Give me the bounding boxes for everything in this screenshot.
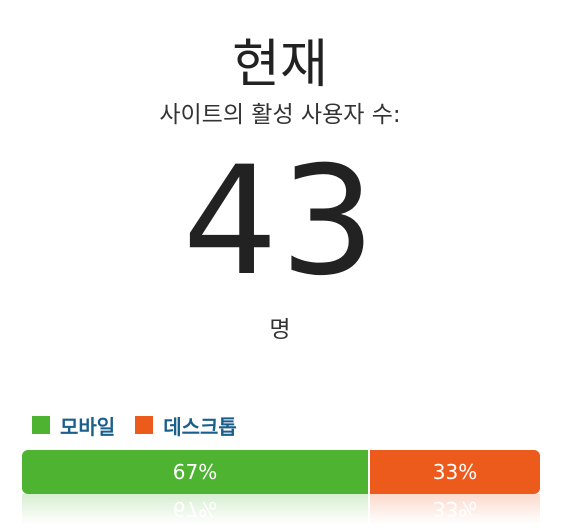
desktop-share-label: 33% <box>432 460 478 484</box>
legend-item-mobile[interactable]: 모바일 <box>32 411 115 440</box>
legend-label-mobile: 모바일 <box>60 414 116 439</box>
page-title: 현재 <box>232 35 328 95</box>
mobile-reflection-label: 67% <box>172 497 218 521</box>
legend-label-desktop: 데스크톱 <box>163 414 237 439</box>
mobile-share-label: 67% <box>172 460 218 484</box>
page-subtitle: 사이트의 활성 사용자 수: <box>159 102 401 128</box>
count-unit: 명 <box>269 317 291 343</box>
desktop-share-segment[interactable]: 33% <box>370 450 540 494</box>
legend-item-desktop[interactable]: 데스크톱 <box>135 411 237 440</box>
desktop-swatch <box>135 416 154 434</box>
desktop-reflection: 33% <box>370 494 540 524</box>
device-legend: 모바일 데스크톱 <box>32 410 257 440</box>
device-share-bar: 67% 33% <box>22 450 540 494</box>
mobile-swatch <box>32 416 50 434</box>
bar-reflection: 67% 33% <box>22 494 540 524</box>
active-user-count: 43 <box>182 135 378 309</box>
mobile-reflection: 67% <box>22 494 368 524</box>
desktop-reflection-label: 33% <box>432 497 478 521</box>
mobile-share-segment[interactable]: 67% <box>22 450 368 494</box>
